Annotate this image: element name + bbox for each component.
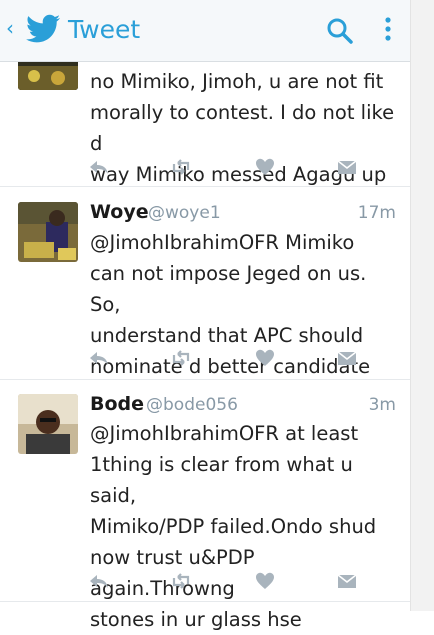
direct-message-icon[interactable] [336,571,358,591]
direct-message-icon[interactable] [336,157,358,177]
tweet-text-line: understand that APC should [90,324,364,347]
scroll-edge [410,0,434,611]
retweet-icon[interactable] [170,157,192,177]
tweet-text-line: 1thing is clear from what u said, [90,453,353,507]
tweet-item[interactable]: Bode @bode056 3m @JimohIbrahimOFR at lea… [0,380,410,631]
tweet-actions [84,348,374,368]
overflow-menu-icon[interactable] [383,16,393,44]
timestamp: 17m [357,203,396,223]
page-title: Tweet [68,15,141,44]
twitter-bird-icon[interactable] [26,14,62,44]
tweet-text-line: no Mimiko, Jimoh, u are not fit [90,70,384,93]
tweet-actions [84,157,374,177]
avatar[interactable] [18,202,78,262]
user-name[interactable]: Woye [90,200,149,224]
reply-icon[interactable] [88,157,110,177]
tweet-text: @JimohIbrahimOFR at least 1thing is clea… [90,418,402,635]
back-arrow-icon[interactable]: ‹ [6,16,14,40]
tweet-actions [84,571,374,591]
retweet-icon[interactable] [170,571,192,591]
tweet-text-line: morally to contest. I do not like d [90,101,395,155]
tweet-text-line: Mimiko/PDP failed.Ondo shud [90,515,377,538]
favorite-icon[interactable] [254,348,276,368]
tweet-text-line: can not impose Jeged on us. So, [90,262,367,316]
user-handle[interactable]: @woye1 [148,201,221,225]
user-handle[interactable]: @bode056 [146,393,238,417]
favorite-icon[interactable] [254,157,276,177]
direct-message-icon[interactable] [336,348,358,368]
app-bar: ‹ Tweet [0,0,410,62]
tweet-item[interactable]: Woye @woye1 17m @JimohIbrahimOFR Mimiko … [0,187,410,380]
avatar[interactable] [18,394,78,454]
favorite-icon[interactable] [254,571,276,591]
timestamp: 3m [368,395,396,415]
tweet-text-line: @JimohIbrahimOFR Mimiko [90,231,355,254]
user-name[interactable]: Bode [90,392,144,416]
tweet-text-line: stones in ur glass hse [90,608,302,631]
search-icon[interactable] [326,17,354,45]
tweet-text-line: @JimohIbrahimOFR at least [90,422,359,445]
reply-icon[interactable] [88,571,110,591]
retweet-icon[interactable] [170,348,192,368]
reply-icon[interactable] [88,348,110,368]
